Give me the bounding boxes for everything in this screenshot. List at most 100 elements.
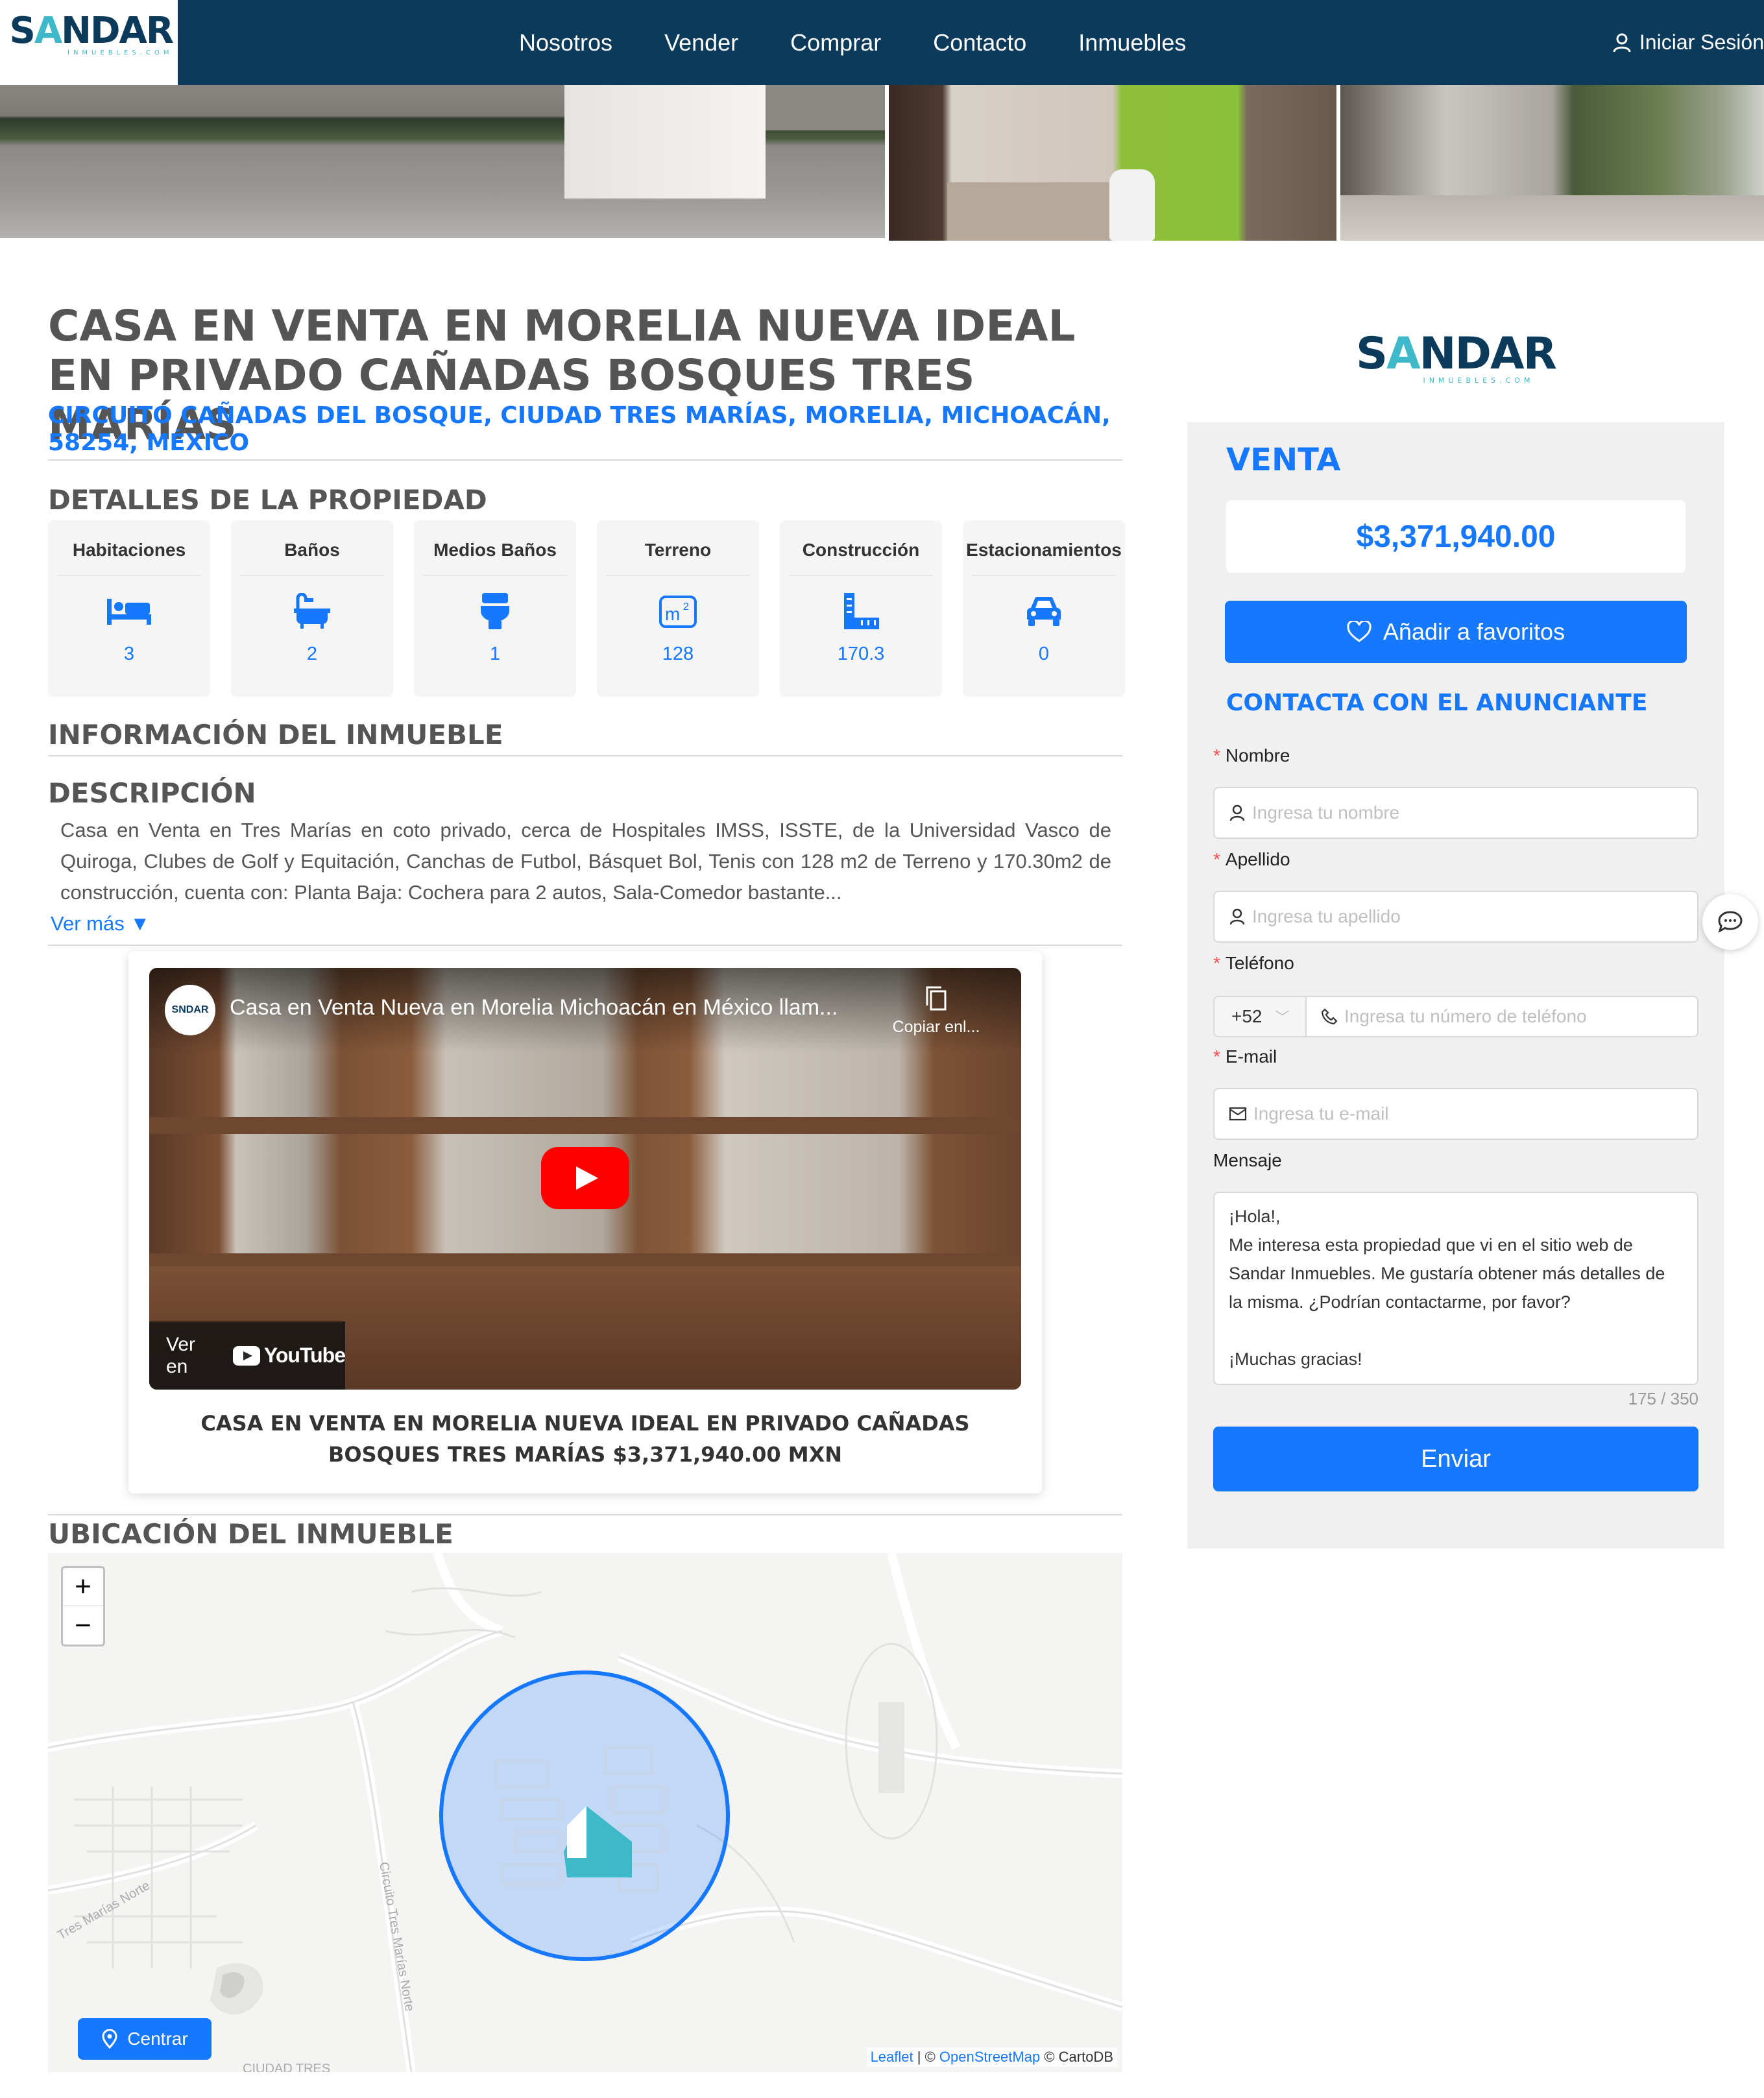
feature-value: 170.3 <box>837 644 885 664</box>
user-icon <box>1613 33 1631 52</box>
email-input[interactable]: Ingresa tu e-mail <box>1213 1088 1698 1140</box>
center-map-label: Centrar <box>127 2029 188 2049</box>
feature-label: Baños <box>284 540 340 560</box>
feature-value: 128 <box>662 644 694 664</box>
copy-link-label: Copiar enl... <box>892 1018 980 1036</box>
chevron-down-icon: ﹀ <box>1275 1009 1290 1026</box>
listing-sidebar: VENTA $3,371,940.00 Añadir a favoritos C… <box>1187 422 1724 1549</box>
feature-value: 0 <box>1038 644 1050 664</box>
youtube-wordmark: YouTube <box>263 1344 346 1367</box>
square-meters-icon: m2 <box>659 596 697 628</box>
description-title: DESCRIPCIÓN <box>48 777 256 809</box>
gallery-photo-patio[interactable] <box>0 85 885 238</box>
message-label: Mensaje <box>1213 1150 1282 1170</box>
gallery-photo-interior[interactable] <box>1340 85 1764 241</box>
phone-label: * Teléfono <box>1213 953 1294 973</box>
nav-link-contacto[interactable]: Contacto <box>933 29 1026 56</box>
feature-card-half-baths: Medios Baños 1 <box>414 520 576 697</box>
youtube-video-player[interactable]: SNDAR Casa en Venta Nueva en Morelia Mic… <box>149 968 1021 1390</box>
property-address: CIRCUITO CAÑADAS DEL BOSQUE, CIUDAD TRES… <box>48 402 1111 456</box>
logo-subtitle: INMUEBLES.COM <box>67 49 173 56</box>
divider <box>48 1514 1122 1515</box>
svg-text:2: 2 <box>683 601 689 612</box>
car-icon <box>1027 596 1061 626</box>
login-link[interactable]: Iniciar Sesión <box>1612 0 1764 85</box>
country-code-value: +52 <box>1231 1006 1263 1026</box>
youtube-logo-icon: YouTube <box>232 1344 346 1368</box>
nav-link-comprar[interactable]: Comprar <box>790 29 881 56</box>
details-section-title: DETALLES DE LA PROPIEDAD <box>48 484 487 516</box>
svg-text:m: m <box>665 604 680 624</box>
brand-logo[interactable]: SANDAR INMUEBLES.COM <box>9 10 174 57</box>
nav-logo[interactable]: SANDAR INMUEBLES.COM <box>0 0 178 85</box>
map-tiles <box>48 1553 1122 2072</box>
zoom-out-button[interactable]: − <box>63 1606 103 1645</box>
price-display: $3,371,940.00 <box>1226 500 1685 573</box>
logo-letter: S <box>9 10 35 52</box>
nav-links: Nosotros Vender Comprar Contacto Inmuebl… <box>519 0 1238 85</box>
send-button[interactable]: Enviar <box>1213 1427 1698 1491</box>
user-icon <box>1229 908 1245 925</box>
name-input[interactable]: Ingresa tu nombre <box>1213 787 1698 839</box>
leaflet-link[interactable]: Leaflet <box>871 2049 913 2065</box>
operation-type: VENTA <box>1226 442 1341 478</box>
name-placeholder: Ingresa tu nombre <box>1252 802 1400 823</box>
channel-avatar[interactable]: SNDAR <box>165 985 215 1035</box>
feature-card-construction: Construcción 170.3 <box>780 520 942 697</box>
zoom-in-button[interactable]: + <box>63 1568 103 1606</box>
center-map-button[interactable]: Centrar <box>78 2018 211 2060</box>
feature-card-land: Terreno m2 128 <box>597 520 759 697</box>
mail-icon <box>1229 1107 1247 1121</box>
char-counter: 175 / 350 <box>1628 1389 1698 1408</box>
toilet-icon <box>481 593 509 629</box>
gallery-photo-bathroom[interactable] <box>889 85 1336 241</box>
name-label: * Nombre <box>1213 745 1290 766</box>
copy-icon <box>926 986 947 1011</box>
logo-letter: A <box>34 10 62 52</box>
feature-label: Habitaciones <box>72 540 186 560</box>
feature-card-bathrooms: Baños 2 <box>231 520 393 697</box>
video-card: SNDAR Casa en Venta Nueva en Morelia Mic… <box>128 951 1042 1493</box>
logo-letter: NDAR <box>61 10 174 52</box>
add-to-favorites-label: Añadir a favoritos <box>1383 618 1565 645</box>
country-code-select[interactable]: +52 ﹀ <box>1213 996 1307 1037</box>
read-more-link[interactable]: Ver más ▼ <box>51 912 150 935</box>
contact-form-title: CONTACTA CON EL ANUNCIANTE <box>1226 690 1648 716</box>
phone-input[interactable]: Ingresa tu número de teléfono <box>1305 996 1698 1037</box>
lastname-placeholder: Ingresa tu apellido <box>1252 906 1401 926</box>
features-grid: Habitaciones 3 Baños 2 Medios Baños 1 Te… <box>48 520 1125 697</box>
email-placeholder: Ingresa tu e-mail <box>1253 1103 1389 1124</box>
divider <box>48 945 1122 946</box>
nav-link-vender[interactable]: Vender <box>664 29 738 56</box>
nav-link-inmuebles[interactable]: Inmuebles <box>1078 29 1186 56</box>
video-title[interactable]: Casa en Venta Nueva en Morelia Michoacán… <box>230 995 838 1020</box>
location-section-title: UBICACIÓN DEL INMUEBLE <box>48 1518 453 1550</box>
divider <box>48 459 1122 461</box>
map-road-label: CIUDAD TRES <box>243 2062 331 2072</box>
location-map[interactable]: Tres Marías Norte Circuito Tres Marías N… <box>48 1553 1122 2072</box>
lastname-label: * Apellido <box>1213 849 1290 869</box>
play-button-icon[interactable] <box>541 1147 629 1209</box>
watch-on-label: Ver en <box>166 1333 196 1377</box>
chat-icon <box>1718 911 1743 934</box>
message-textarea[interactable]: ¡Hola!, Me interesa esta propiedad que v… <box>1213 1192 1698 1385</box>
copy-link-button[interactable]: Copiar enl... <box>888 985 985 1037</box>
add-to-favorites-button[interactable]: Añadir a favoritos <box>1225 601 1687 663</box>
login-label: Iniciar Sesión <box>1639 30 1764 54</box>
bed-icon <box>107 599 151 625</box>
map-attribution: Leaflet | © OpenStreetMap © CartoDB <box>866 2047 1117 2067</box>
feature-value: 3 <box>123 644 135 664</box>
heart-icon <box>1347 621 1371 642</box>
openstreetmap-link[interactable]: OpenStreetMap <box>939 2049 1040 2065</box>
map-zoom-control: + − <box>61 1566 105 1646</box>
feature-value: 2 <box>306 644 318 664</box>
lastname-input[interactable]: Ingresa tu apellido <box>1213 891 1698 943</box>
chat-button[interactable] <box>1702 894 1758 950</box>
nav-link-nosotros[interactable]: Nosotros <box>519 29 612 56</box>
user-icon <box>1229 804 1245 821</box>
feature-value: 1 <box>489 644 501 664</box>
video-caption: CASA EN VENTA EN MORELIA NUEVA IDEAL EN … <box>200 1411 970 1467</box>
location-pin-icon <box>102 2029 117 2049</box>
watch-on-youtube-button[interactable]: Ver en YouTube <box>149 1321 346 1390</box>
property-description: Casa en Venta en Tres Marías en coto pri… <box>60 819 1111 904</box>
